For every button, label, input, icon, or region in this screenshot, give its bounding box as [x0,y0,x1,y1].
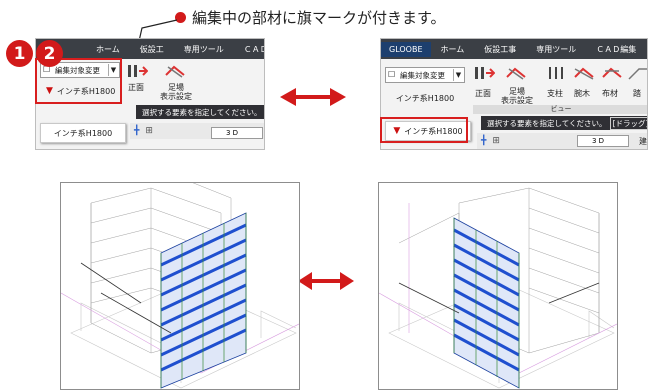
left-building-model [61,183,299,389]
left-3d-viewport[interactable] [60,182,300,390]
view-mode-label: 3 D [226,129,239,137]
tab-home[interactable]: ホーム [431,44,475,55]
current-target-label: インチ系H1800 [395,93,455,103]
command-front[interactable]: 正面 [475,89,491,98]
view-group-bar: ビュー [473,105,647,114]
right-statusbar: 選択する要素を指定してください。 [ドラッグ] 範 [481,116,647,130]
left-statusbar: 選択する要素を指定してください。 [136,105,264,119]
display-setting-icon[interactable] [505,65,527,81]
view-mode-select[interactable]: 3 D [211,127,263,139]
tab-tools[interactable]: 専用ツール [174,44,234,55]
tab-home[interactable]: ホーム [86,44,130,55]
double-arrow-bottom [298,272,354,290]
status-hint: [ドラッグ] 範 [609,116,647,130]
display-setting-icon[interactable] [164,63,186,79]
right-3d-viewport[interactable] [378,182,618,390]
tab-cad-edit[interactable]: ＣＡＤ編集 [234,44,264,55]
command-arm[interactable]: 腕木 [574,89,590,98]
right-building-model [379,187,617,389]
command-scaffold-display[interactable]: 足場 表示設定 [160,83,192,101]
callout-text: 編集中の部材に旗マークが付きます。 [192,8,446,27]
callout: 編集中の部材に旗マークが付きます。 [175,4,446,30]
select-icon[interactable]: ╋ [481,136,486,146]
chevron-down-icon[interactable]: ▼ [453,69,463,81]
status-text: 選択する要素を指定してください。 [487,118,607,128]
arm-icon[interactable] [573,65,595,81]
grid-icon[interactable]: ⊞ [145,126,153,136]
cloth-icon[interactable] [601,65,623,81]
edit-target-button[interactable]: ☐ 編集対象変更 ▼ [385,67,465,83]
command-front[interactable]: 正面 [128,83,144,92]
tab-temporary[interactable]: 仮設工 [130,44,174,55]
double-arrow-top [280,88,346,106]
command-cloth[interactable]: 布材 [602,89,618,98]
badge-2: 2 [36,40,63,67]
edit-target-icon: ☐ [388,70,396,79]
current-target-item[interactable]: インチ系H1800 [385,89,465,107]
step-icon[interactable] [627,65,648,81]
view-mode-select[interactable]: 3 D [577,135,629,147]
view-mode-label: 3 D [592,137,605,145]
grid-icon[interactable]: ⊞ [492,136,500,146]
scaffold-side [453,217,520,389]
left-tabbar: ホーム 仮設工 専用ツール ＣＡＤ編集 [36,39,264,59]
command-post[interactable]: 支柱 [547,89,563,98]
dropdown-item-label: インチ系H1800 [53,128,113,138]
dropdown-item[interactable]: インチ系H1800 [40,123,126,143]
highlight-flagged-item [380,117,468,143]
select-icon[interactable]: ╋ [134,126,139,136]
scaffold-tool-icon[interactable] [126,63,148,79]
right-tabbar: GLOOBE ホーム 仮設工事 専用ツール ＣＡＤ編集 [381,39,647,59]
command-scaffold-display[interactable]: 足場 表示設定 [501,87,533,105]
tab-tools[interactable]: 専用ツール [526,44,586,55]
edit-target-label: 編集対象変更 [400,70,445,80]
mode-label: 建 [639,137,647,146]
view-group-label: ビュー [550,105,572,113]
tab-temporary-works[interactable]: 仮設工事 [474,44,526,55]
scaffold-facade [160,212,247,389]
tab-gloobe[interactable]: GLOOBE [381,41,431,57]
status-text: 選択する要素を指定してください。 [142,107,262,117]
badge-1: 1 [6,40,33,67]
tab-cad-edit[interactable]: ＣＡＤ編集 [586,44,646,55]
post-icon[interactable] [545,65,567,81]
scaffold-tool-icon[interactable] [473,65,495,81]
command-step[interactable]: 踏 [633,89,641,98]
